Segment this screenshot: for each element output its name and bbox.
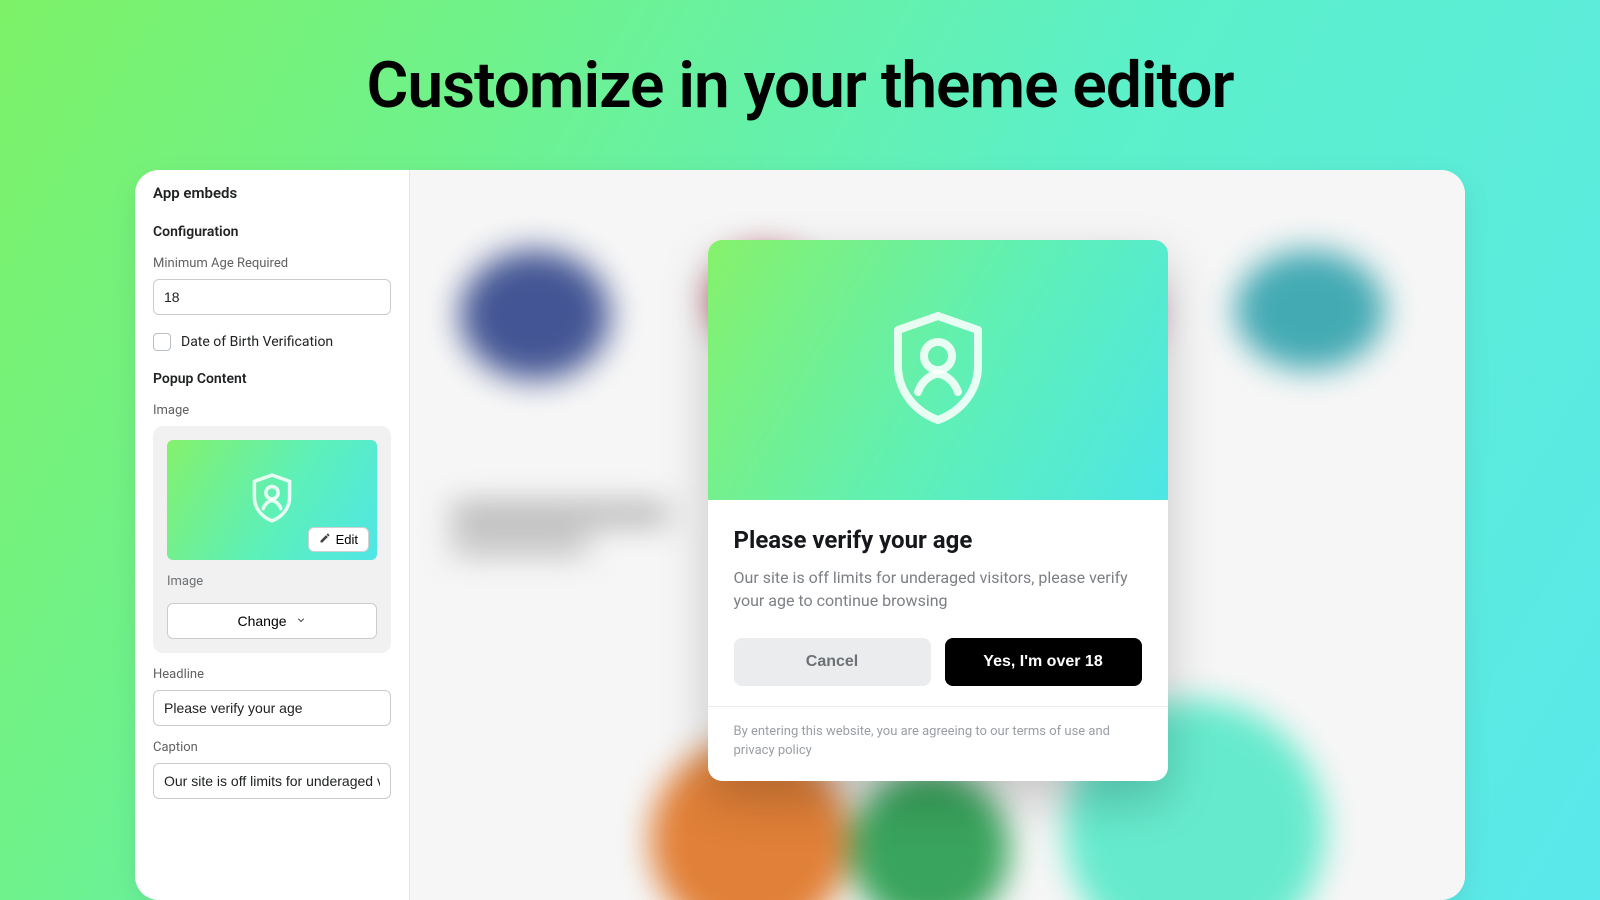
- headline-label: Headline: [153, 667, 391, 682]
- editor-window: App embeds Configuration Minimum Age Req…: [135, 170, 1465, 900]
- sidebar-title: App embeds: [153, 184, 391, 202]
- dob-checkbox[interactable]: [153, 333, 171, 351]
- image-label: Image: [153, 403, 391, 418]
- caption-label: Caption: [153, 740, 391, 755]
- headline-input[interactable]: [153, 690, 391, 726]
- dob-checkbox-label: Date of Birth Verification: [181, 334, 333, 350]
- edit-label: Edit: [336, 532, 358, 547]
- edit-image-button[interactable]: Edit: [308, 527, 369, 552]
- popup-body: Please verify your age Our site is off l…: [708, 500, 1168, 706]
- popup-header: [708, 240, 1168, 500]
- popup-headline: Please verify your age: [734, 526, 1142, 554]
- shield-person-icon: [888, 312, 988, 428]
- change-label: Change: [237, 613, 286, 629]
- section-configuration: Configuration: [153, 224, 391, 240]
- preview-pane: Please verify your age Our site is off l…: [410, 170, 1465, 900]
- image-card-caption: Image: [167, 574, 377, 589]
- chevron-down-icon: [295, 613, 307, 629]
- dob-checkbox-row[interactable]: Date of Birth Verification: [153, 333, 391, 351]
- min-age-input[interactable]: [153, 279, 391, 315]
- sidebar: App embeds Configuration Minimum Age Req…: [135, 170, 410, 900]
- section-popup-content: Popup Content: [153, 371, 391, 387]
- popup-actions: Cancel Yes, I'm over 18: [734, 638, 1142, 686]
- image-card: Edit Image Change: [153, 426, 391, 653]
- image-preview: Edit: [167, 440, 377, 560]
- shield-person-icon: [250, 473, 294, 527]
- hero-title: Customize in your theme editor: [0, 0, 1600, 123]
- popup-caption: Our site is off limits for underaged vis…: [734, 566, 1142, 612]
- caption-input[interactable]: [153, 763, 391, 799]
- change-image-button[interactable]: Change: [167, 603, 377, 639]
- confirm-button[interactable]: Yes, I'm over 18: [945, 638, 1142, 686]
- min-age-label: Minimum Age Required: [153, 256, 391, 271]
- popup-footer: By entering this website, you are agreei…: [708, 706, 1168, 781]
- cancel-button[interactable]: Cancel: [734, 638, 931, 686]
- pencil-icon: [319, 532, 331, 547]
- age-verify-popup: Please verify your age Our site is off l…: [708, 240, 1168, 781]
